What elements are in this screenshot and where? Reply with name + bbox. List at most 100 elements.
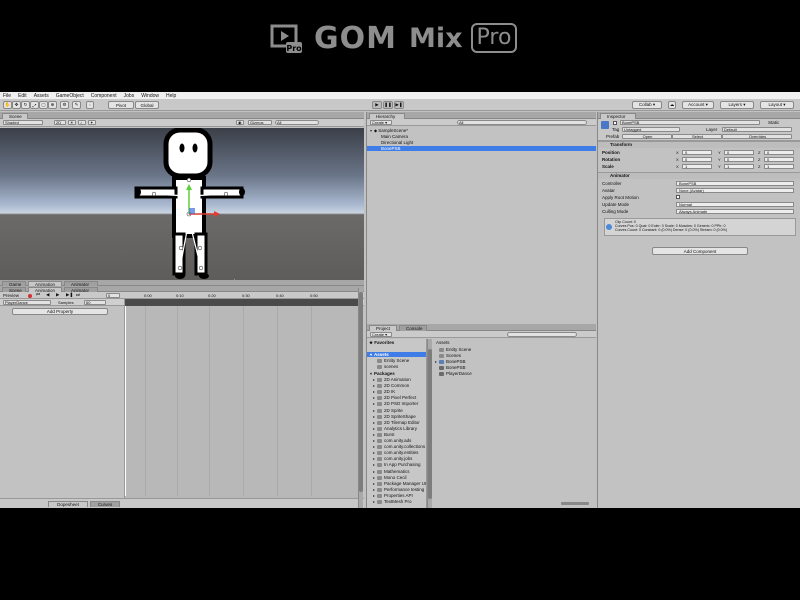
icon-size-slider[interactable] <box>561 502 589 505</box>
package-item[interactable]: ▸ 2D Pixel Perfect <box>373 395 416 401</box>
package-item[interactable]: ▸ 2D IK <box>373 389 395 395</box>
editor-tool-icon[interactable]: ✎ <box>72 101 81 109</box>
apply-root-motion-checkbox[interactable] <box>676 195 680 199</box>
package-item[interactable]: ▸ Analytics Library <box>373 426 417 431</box>
package-item[interactable]: ▸ Burst <box>373 432 395 437</box>
hand-tool-icon[interactable]: ✋ <box>3 101 12 109</box>
z-field[interactable]: 0 <box>764 157 794 162</box>
transform-header[interactable]: Transform <box>598 141 800 148</box>
clip-dropdown[interactable]: PlayerDance <box>3 300 51 305</box>
frame-field[interactable]: 0 <box>106 293 120 298</box>
menu-help[interactable]: Help <box>166 93 176 99</box>
object-name-field[interactable]: BonePSB <box>620 120 760 125</box>
menu-component[interactable]: Component <box>91 93 117 99</box>
transform-tool-icon[interactable]: ⊕ <box>48 101 57 109</box>
add-property-button[interactable]: Add Property <box>12 308 108 315</box>
menu-file[interactable]: File <box>3 93 11 99</box>
last-key-icon[interactable]: ⏭ <box>76 292 80 297</box>
layout-dropdown[interactable]: Layout ▾ <box>760 101 794 109</box>
package-item[interactable]: ▸ Mono Cecil <box>373 475 407 480</box>
x-field[interactable]: 0 <box>682 157 712 162</box>
assets-child-0[interactable]: Entity Scene <box>377 358 409 363</box>
pause-button[interactable]: ❚❚ <box>383 101 393 109</box>
prefab-open-button[interactable]: Open <box>622 134 672 139</box>
hierarchy-item-directional-light[interactable]: Directional Light <box>381 140 413 145</box>
preview-label[interactable]: Preview <box>3 293 19 298</box>
package-item[interactable]: ▸ 2D Tilemap Editor <box>373 420 420 425</box>
hierarchy-item-main-camera[interactable]: Main Camera <box>381 134 408 139</box>
package-item[interactable]: ▸ Performance testing <box>373 487 424 492</box>
menu-edit[interactable]: Edit <box>18 93 27 99</box>
rect-tool-icon[interactable]: ▢ <box>39 101 48 109</box>
animator-row-field[interactable]: None (Avatar) <box>676 188 794 193</box>
file-playerdance[interactable]: PlayerDance <box>439 371 472 376</box>
scene-viewport[interactable] <box>0 128 364 298</box>
samples-field[interactable]: 60 <box>84 300 106 305</box>
x-field[interactable]: 0 <box>682 150 712 155</box>
file-bonepsb-1[interactable]: ▸ BonePSB <box>435 359 466 364</box>
hierarchy-search-input[interactable]: All <box>457 120 587 125</box>
file-scenes[interactable]: Scenes <box>439 353 461 358</box>
audio-icon[interactable]: ♪ <box>78 120 86 125</box>
add-component-button[interactable]: Add Component <box>652 247 748 255</box>
collab-dropdown[interactable]: Collab ▾ <box>632 101 662 109</box>
z-field[interactable]: 1 <box>764 164 794 169</box>
layers-dropdown[interactable]: Layers ▾ <box>720 101 754 109</box>
package-item[interactable]: ▸ com.unity.jobs <box>373 456 412 462</box>
y-field[interactable]: 0 <box>724 157 754 162</box>
play-button[interactable]: ▶ <box>372 101 382 109</box>
package-item[interactable]: ▸ 2D Animation <box>373 377 411 382</box>
next-key-icon[interactable]: ▶❚ <box>66 292 73 298</box>
snap-icon[interactable]: ⋮ <box>86 101 94 109</box>
playhead[interactable] <box>125 306 126 496</box>
favorites-item[interactable]: ★ Favorites <box>369 340 394 345</box>
package-item[interactable]: ▸ 2D Common <box>373 383 409 389</box>
mode-2d-toggle[interactable]: 2D <box>54 120 66 125</box>
global-toggle[interactable]: Global <box>135 101 159 109</box>
assets-root-item[interactable]: ▾ Assets <box>367 352 426 357</box>
package-item[interactable]: ▸ Package Manager UI <box>373 481 426 486</box>
package-item[interactable]: ▸ Mathematics <box>373 469 410 474</box>
package-item[interactable]: ▸ 2D PSD Importer <box>373 401 418 407</box>
package-item[interactable]: ▸ com.unity.entities <box>373 450 418 456</box>
scale-tool-icon[interactable]: ⤢ <box>30 101 39 109</box>
project-tree-scrollbar[interactable] <box>427 339 432 508</box>
first-key-icon[interactable]: ⏮ <box>36 292 40 297</box>
scene-search-input[interactable]: All <box>275 120 319 125</box>
curves-tab[interactable]: Curves <box>90 501 120 507</box>
prefab-select-button[interactable]: Select <box>672 134 722 139</box>
package-item[interactable]: ▸ 2D Sprite <box>373 408 403 413</box>
animator-header[interactable]: Animator <box>598 172 800 179</box>
step-button[interactable]: ▶❚ <box>394 101 404 109</box>
play-anim-icon[interactable]: ▶ <box>56 292 59 298</box>
timeline-area[interactable] <box>124 299 360 499</box>
rotate-tool-icon[interactable]: ↻ <box>21 101 30 109</box>
package-item[interactable]: ▸ com.unity.collections <box>373 444 425 450</box>
package-item[interactable]: ▸ 2D SpriteShape <box>373 414 416 419</box>
file-bonepsb-2[interactable]: BonePSB <box>439 365 466 370</box>
layer-dropdown[interactable]: Default <box>722 127 792 132</box>
project-breadcrumb[interactable]: Assets <box>436 340 450 345</box>
active-checkbox[interactable] <box>613 121 617 125</box>
y-field[interactable]: 0 <box>724 150 754 155</box>
package-item[interactable]: ▸ Properties API <box>373 493 413 498</box>
prev-key-icon[interactable]: ◀ <box>46 292 49 298</box>
effects-icon[interactable]: ✦ <box>88 120 96 125</box>
gizmos-dropdown[interactable]: Gizmos <box>248 120 272 125</box>
hierarchy-scene-root[interactable]: ▾ ◆ SampleScene* <box>370 128 408 133</box>
z-field[interactable]: 0 <box>764 150 794 155</box>
project-create-dropdown[interactable]: Create ▾ <box>370 332 392 337</box>
packages-root-item[interactable]: ▾ Packages <box>370 371 395 376</box>
move-tool-icon[interactable]: ✥ <box>12 101 21 109</box>
y-field[interactable]: 1 <box>724 164 754 169</box>
lighting-icon[interactable]: ☀ <box>68 120 76 125</box>
menu-jobs[interactable]: Jobs <box>124 93 135 99</box>
menu-window[interactable]: Window <box>141 93 159 99</box>
dopesheet-tab[interactable]: Dopesheet <box>48 501 88 507</box>
custom-tool-icon[interactable]: ⚙ <box>60 101 69 109</box>
package-item[interactable]: ▸ TextMesh Pro <box>373 499 412 504</box>
x-field[interactable]: 1 <box>682 164 712 169</box>
shading-dropdown[interactable]: Shaded <box>3 120 43 125</box>
menu-assets[interactable]: Assets <box>34 93 49 99</box>
camera-settings-icon[interactable]: ◉ <box>236 120 244 125</box>
